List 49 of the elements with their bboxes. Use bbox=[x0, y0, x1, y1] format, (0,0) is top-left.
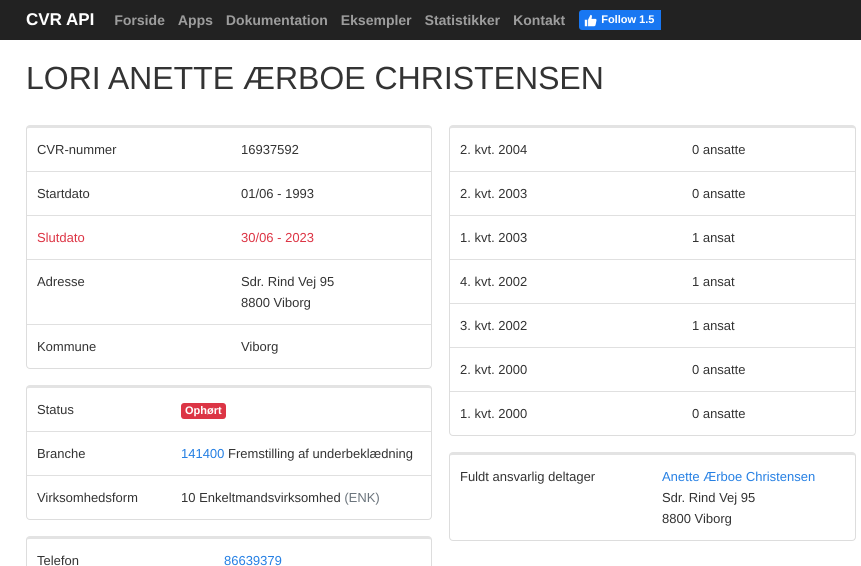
field-value: Sdr. Rind Vej 95 bbox=[241, 273, 334, 291]
nav-link[interactable]: Eksempler bbox=[340, 10, 412, 30]
field-label: Slutdato bbox=[37, 230, 85, 245]
field-label: Status bbox=[37, 402, 74, 417]
field-label: 4. kvt. 2002 bbox=[460, 274, 528, 289]
value-link[interactable]: 86639379 bbox=[224, 553, 282, 566]
field-value: Sdr. Rind Vej 95 bbox=[662, 489, 756, 507]
field-label: 1. kvt. 2000 bbox=[460, 406, 528, 421]
field-value: Fremstilling af underbeklædning bbox=[228, 446, 413, 461]
field-label: Adresse bbox=[37, 274, 85, 289]
field-label: Startdato bbox=[37, 186, 90, 201]
field-value: 30/06 - 2023 bbox=[241, 230, 314, 245]
field-label: Virksomhedsform bbox=[37, 490, 138, 505]
thumbs-up-icon bbox=[584, 14, 598, 26]
field-value: 0 ansatte bbox=[692, 406, 746, 421]
field-value: 10 Enkeltmandsvirksomhed bbox=[181, 490, 342, 505]
value-link[interactable]: Anette Ærboe Christensen bbox=[662, 469, 816, 484]
follow-button[interactable]: Follow 1.5 bbox=[579, 10, 662, 30]
nav-link[interactable]: Statistikker bbox=[424, 10, 500, 30]
field-label: 2. kvt. 2000 bbox=[460, 362, 528, 377]
field-value: Viborg bbox=[241, 339, 278, 354]
field-label: Fuldt ansvarlig deltager bbox=[460, 469, 596, 484]
field-value: 1 ansat bbox=[692, 230, 735, 245]
nav-link[interactable]: Forside bbox=[114, 10, 165, 30]
field-value: 8800 Viborg bbox=[662, 510, 732, 528]
field-label: 2. kvt. 2003 bbox=[460, 186, 528, 201]
nav-link[interactable]: Kontakt bbox=[513, 10, 566, 30]
field-label: 1. kvt. 2003 bbox=[460, 230, 528, 245]
field-label: Branche bbox=[37, 446, 86, 461]
brand-logo[interactable]: CVR API bbox=[26, 7, 94, 33]
field-label: 2. kvt. 2004 bbox=[460, 142, 528, 157]
field-value: 1 ansat bbox=[692, 274, 735, 289]
field-label: Telefon bbox=[37, 553, 79, 566]
field-label: 3. kvt. 2002 bbox=[460, 318, 528, 333]
field-value: 0 ansatte bbox=[692, 142, 746, 157]
nav-link[interactable]: Dokumentation bbox=[226, 10, 328, 30]
field-value: 0 ansatte bbox=[692, 186, 746, 201]
field-label: CVR-nummer bbox=[37, 142, 116, 157]
status-badge: Ophørt bbox=[181, 403, 226, 419]
field-value: 16937592 bbox=[241, 142, 299, 157]
nav-link[interactable]: Apps bbox=[178, 10, 213, 30]
field-value: 8800 Viborg bbox=[241, 294, 311, 312]
field-note: (ENK) bbox=[344, 490, 380, 505]
field-value: 01/06 - 1993 bbox=[241, 186, 314, 201]
field-value: 0 ansatte bbox=[692, 362, 746, 377]
page-title: LORI ANETTE ÆRBOE CHRISTENSEN bbox=[26, 59, 605, 98]
field-label: Kommune bbox=[37, 339, 96, 354]
field-value: 1 ansat bbox=[692, 318, 735, 333]
value-link[interactable]: 141400 bbox=[181, 446, 228, 461]
